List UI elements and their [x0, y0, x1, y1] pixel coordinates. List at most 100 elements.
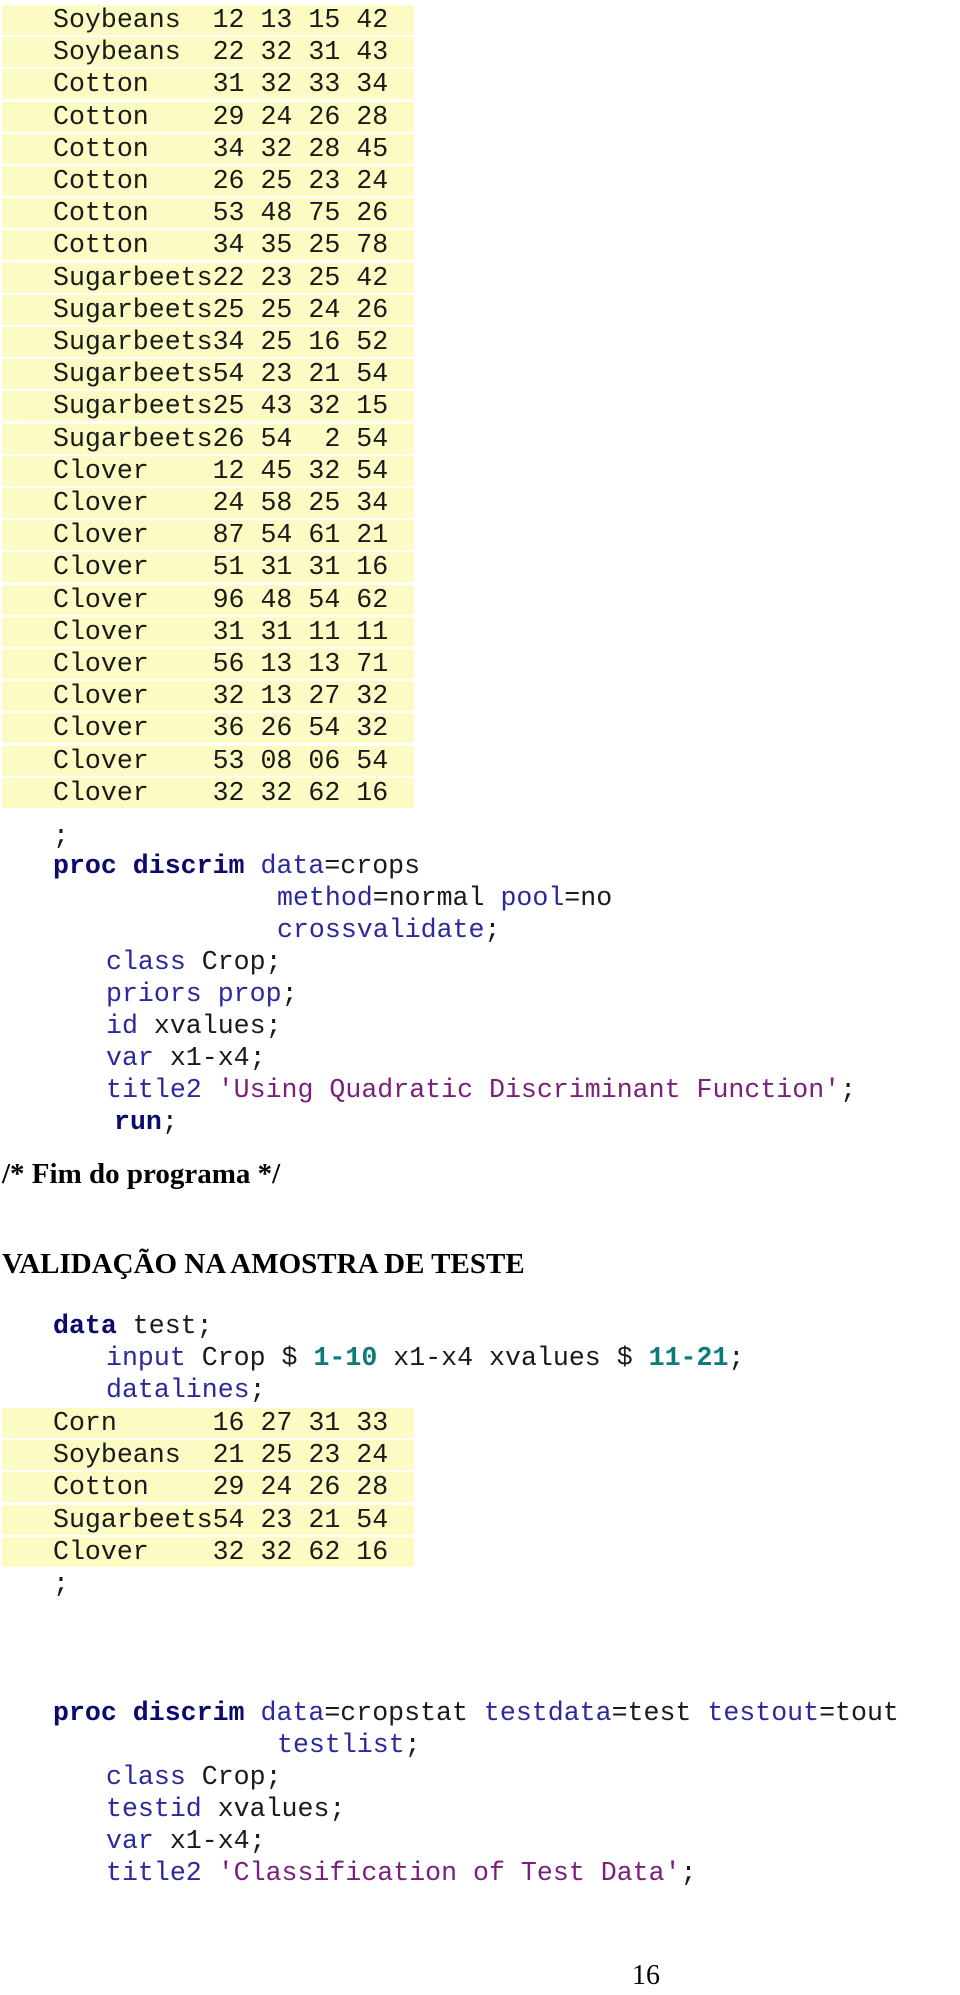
crop-name: Clover [53, 455, 149, 486]
x4-value: 43 [356, 37, 389, 68]
var-value: x1-x4; [153, 1043, 266, 1073]
x1-value: 29 [212, 1472, 245, 1503]
x4-value: 54 [356, 1504, 389, 1535]
x2-value: 32 [260, 69, 293, 100]
run-line: run; [0, 1106, 178, 1138]
proc-discrim-keyword: proc discrim [53, 1698, 245, 1728]
semicolon: ; [249, 1375, 266, 1405]
crop-name: Clover [53, 488, 149, 518]
x3-value: 32 [308, 455, 341, 486]
x2-value: 43 [260, 391, 293, 422]
x1-value: 34 [212, 230, 245, 261]
x1-value: 54 [212, 359, 245, 390]
x2-value: 32 [260, 1536, 293, 1567]
x2-value: 13 [260, 5, 293, 35]
data-value: =cropstat [324, 1698, 484, 1728]
x2-value: 32 [260, 37, 293, 68]
class-keyword: class [106, 1762, 186, 1792]
x4-value: 33 [356, 1408, 389, 1438]
testout-value: =tout [819, 1698, 899, 1728]
x2-value: 54 [260, 423, 293, 454]
x4-value: 24 [356, 166, 389, 196]
data-row: Cotton 29 24 26 28 [2, 101, 414, 132]
x4-value: 52 [356, 327, 389, 357]
var-value: x1-x4; [153, 1826, 266, 1856]
x4-value: 32 [356, 681, 389, 712]
crop-name: Soybeans [53, 5, 181, 35]
id-value: xvalues; [137, 1011, 282, 1041]
x1-value: 34 [212, 327, 245, 357]
crop-name: Cotton [53, 166, 149, 196]
x4-value: 26 [356, 294, 389, 325]
x4-value: 78 [356, 230, 389, 261]
x1-value: 53 [212, 745, 245, 776]
data-option: data [260, 1698, 325, 1728]
x3-value: 26 [308, 101, 341, 132]
var-keyword: var [106, 1043, 154, 1073]
class-line: class Crop; [0, 1761, 282, 1793]
data-row: Corn 16 27 31 33 [2, 1408, 414, 1438]
data-value: test; [116, 1311, 213, 1341]
x1-value: 54 [212, 1504, 245, 1535]
x1-value: 87 [212, 520, 245, 551]
semicolon: ; [484, 915, 501, 945]
x3-value: 31 [308, 552, 341, 583]
crop-name: Clover [53, 681, 149, 712]
semicolon: ; [840, 1075, 857, 1105]
title2-keyword: title2 [106, 1075, 218, 1105]
input-line: input Crop $ 1-10 x1-x4 xvalues $ 11-21; [0, 1342, 744, 1374]
x4-value: 34 [356, 69, 389, 100]
data-row: Sugarbeets34 25 16 52 [2, 327, 414, 357]
x2-value: 45 [260, 455, 293, 486]
semicolon: ; [53, 1569, 69, 1599]
data-test-line: data test; [0, 1310, 213, 1342]
x2-value: 31 [260, 616, 293, 647]
data-row: Cotton 29 24 26 28 [2, 1472, 414, 1503]
x2-value: 25 [260, 294, 293, 325]
data-keyword: data [53, 1311, 117, 1341]
x3-value: 24 [308, 294, 341, 325]
datalines-keyword: datalines [106, 1375, 250, 1405]
var-line: var x1-x4; [0, 1825, 266, 1857]
x3-value: 13 [308, 649, 341, 679]
title2-string: 'Using Quadratic Discriminant Function' [217, 1075, 841, 1105]
x2-value: 23 [260, 1504, 293, 1535]
x4-value: 21 [356, 520, 389, 551]
data-row: Soybeans 12 13 15 42 [2, 5, 414, 35]
x4-value: 45 [356, 133, 389, 164]
x2-value: 13 [260, 649, 293, 679]
x1-value: 32 [212, 1536, 245, 1567]
data-row: Sugarbeets26 54 2 54 [2, 423, 414, 454]
crop-name: Clover [53, 552, 149, 583]
x4-value: 26 [356, 198, 389, 229]
x3-value: 21 [308, 359, 341, 390]
data-row: Clover 24 58 25 34 [2, 488, 414, 518]
testout-option: testout [707, 1698, 820, 1728]
x4-value: 54 [356, 745, 389, 776]
x2-value: 32 [260, 133, 293, 164]
data-row: Cotton 34 35 25 78 [2, 230, 414, 261]
data-row: Cotton 34 32 28 45 [2, 133, 414, 164]
x1-value: 12 [212, 5, 245, 35]
testlist-option: testlist [277, 1730, 405, 1760]
crop-name: Clover [53, 520, 149, 551]
data-row: Soybeans 22 32 31 43 [2, 37, 414, 68]
data-row: Sugarbeets54 23 21 54 [2, 359, 414, 390]
method-line: method=normal pool=no [0, 882, 612, 914]
x4-value: 28 [356, 1472, 389, 1503]
x3-value: 25 [308, 262, 341, 293]
x1-value: 53 [212, 198, 245, 229]
class-value: Crop; [185, 947, 282, 977]
crop-name: Sugarbeets [53, 423, 213, 454]
x4-value: 28 [356, 101, 389, 132]
data-row: Clover 12 45 32 54 [2, 455, 414, 486]
data-row: Sugarbeets25 25 24 26 [2, 294, 414, 325]
x3-value: 16 [308, 327, 341, 357]
title2-string: 'Classification of Test Data' [217, 1858, 681, 1888]
data-row: Clover 32 32 62 16 [2, 777, 414, 808]
x2-value: 08 [260, 745, 293, 776]
x3-value: 25 [308, 230, 341, 261]
crop-name: Sugarbeets [53, 294, 213, 325]
x3-value: 62 [308, 777, 341, 808]
x2-value: 54 [260, 520, 293, 551]
